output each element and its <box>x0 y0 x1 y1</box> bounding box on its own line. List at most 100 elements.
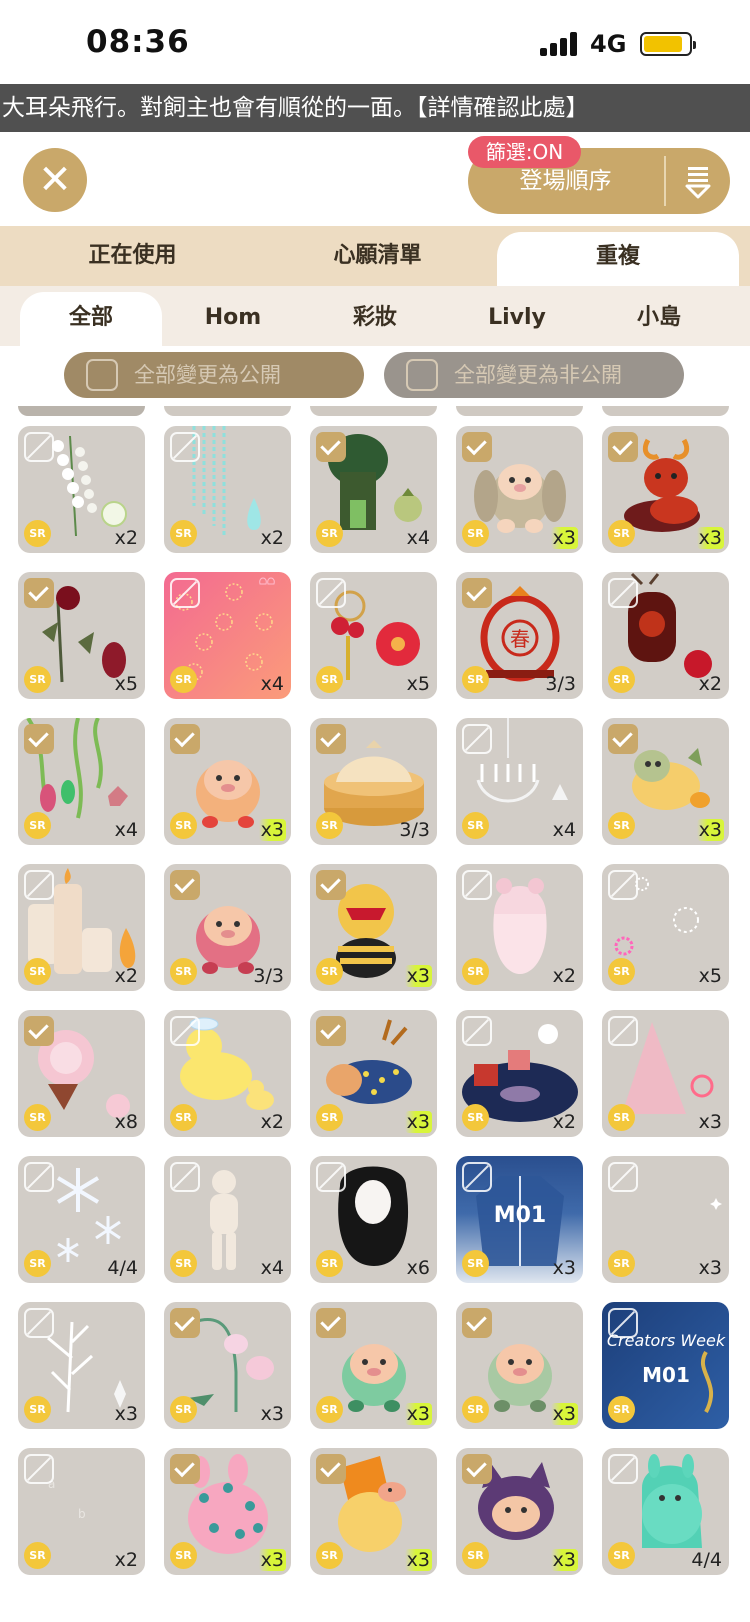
checkbox-unchecked-icon[interactable] <box>316 1162 346 1192</box>
item-card[interactable]: SR x5 <box>18 572 145 699</box>
item-count: x3 <box>258 819 286 841</box>
checkbox-checked-icon[interactable] <box>316 432 346 462</box>
item-card[interactable]: SR x2 <box>456 864 583 991</box>
item-card[interactable]: M01 SR x3 <box>456 1156 583 1283</box>
item-card[interactable]: SR x8 <box>18 1010 145 1137</box>
make-all-private-button[interactable]: 全部變更為非公開 <box>384 352 684 398</box>
rarity-badge: SR <box>170 958 197 985</box>
item-card[interactable]: SR x3 <box>602 1156 729 1283</box>
checkbox-checked-icon[interactable] <box>316 1016 346 1046</box>
checkbox-unchecked-icon[interactable] <box>316 578 346 608</box>
checkbox-unchecked-icon[interactable] <box>170 578 200 608</box>
tab-duplicates[interactable]: 重複 <box>497 232 739 286</box>
checkbox-unchecked-icon[interactable] <box>24 1162 54 1192</box>
item-card[interactable]: SR x2 <box>18 426 145 553</box>
item-card[interactable]: SR x3 <box>602 426 729 553</box>
item-card[interactable]: SR x2 <box>602 572 729 699</box>
close-button[interactable]: ✕ <box>23 148 87 212</box>
checkbox-checked-icon[interactable] <box>170 1454 200 1484</box>
item-card[interactable]: SR x6 <box>310 1156 437 1283</box>
checkbox-checked-icon[interactable] <box>462 1454 492 1484</box>
item-card[interactable]: SR x3 <box>456 426 583 553</box>
rarity-badge: SR <box>170 520 197 547</box>
item-card[interactable]: SR x3 <box>602 1010 729 1137</box>
rarity-badge: SR <box>462 1250 489 1277</box>
tab-makeup[interactable]: 彩妝 <box>304 292 446 346</box>
checkbox-checked-icon[interactable] <box>608 724 638 754</box>
item-card[interactable]: SR 4/4 <box>18 1156 145 1283</box>
rarity-badge: SR <box>170 1542 197 1569</box>
item-card[interactable]: SR 3/3 <box>310 718 437 845</box>
item-card[interactable]: SR x4 <box>310 426 437 553</box>
checkbox-checked-icon[interactable] <box>462 1308 492 1338</box>
checkbox-checked-icon[interactable] <box>316 870 346 900</box>
item-card[interactable]: SR x2 <box>456 1010 583 1137</box>
item-card[interactable]: SR x4 <box>456 718 583 845</box>
item-card[interactable]: SR x2 <box>164 426 291 553</box>
checkbox-unchecked-icon[interactable] <box>608 1162 638 1192</box>
checkbox-unchecked-icon[interactable] <box>608 1308 638 1338</box>
item-card[interactable]: SR x3 <box>164 1302 291 1429</box>
item-card[interactable]: SR x3 <box>310 1448 437 1575</box>
checkbox-unchecked-icon[interactable] <box>170 1016 200 1046</box>
rarity-badge: SR <box>462 1104 489 1131</box>
item-card[interactable]: Creators Week M01 SR <box>602 1302 729 1429</box>
item-card[interactable]: SR x4 <box>18 718 145 845</box>
checkbox-unchecked-icon[interactable] <box>170 432 200 462</box>
item-card[interactable]: SR x4 <box>164 572 291 699</box>
checkbox-checked-icon[interactable] <box>608 432 638 462</box>
tab-island[interactable]: 小島 <box>588 292 730 346</box>
checkbox-checked-icon[interactable] <box>170 870 200 900</box>
checkbox-unchecked-icon[interactable] <box>170 1162 200 1192</box>
item-card[interactable]: SR x3 <box>164 1448 291 1575</box>
item-card[interactable]: SR x3 <box>310 1302 437 1429</box>
checkbox-checked-icon[interactable] <box>170 724 200 754</box>
checkbox-checked-icon[interactable] <box>316 1308 346 1338</box>
checkbox-checked-icon[interactable] <box>316 724 346 754</box>
checkbox-unchecked-icon[interactable] <box>608 1016 638 1046</box>
tab-wishlist[interactable]: 心願清單 <box>255 226 500 286</box>
checkbox-unchecked-icon[interactable] <box>608 870 638 900</box>
checkbox-unchecked-icon[interactable] <box>24 432 54 462</box>
item-card[interactable]: SR 4/4 <box>602 1448 729 1575</box>
item-card[interactable]: SR x3 <box>18 1302 145 1429</box>
item-card[interactable]: SR x3 <box>456 1448 583 1575</box>
make-all-public-button[interactable]: 全部變更為公開 <box>64 352 364 398</box>
checkbox-unchecked-icon[interactable] <box>24 1308 54 1338</box>
item-card[interactable]: SR x5 <box>602 864 729 991</box>
checkbox-unchecked-icon[interactable] <box>462 1016 492 1046</box>
item-card[interactable]: 春 SR 3/3 <box>456 572 583 699</box>
item-card[interactable]: SR x3 <box>310 1010 437 1137</box>
news-ticker[interactable]: 大耳朵飛行。對飼主也會有順從的一面。【詳情確認此處】 <box>0 84 750 132</box>
checkbox-unchecked-icon[interactable] <box>462 870 492 900</box>
checkbox-unchecked-icon[interactable] <box>462 724 492 754</box>
tab-all[interactable]: 全部 <box>20 292 162 346</box>
item-card[interactable]: SR x4 <box>164 1156 291 1283</box>
checkbox-checked-icon[interactable] <box>462 578 492 608</box>
checkbox-unchecked-icon[interactable] <box>608 578 638 608</box>
item-card[interactable]: SR 3/3 <box>164 864 291 991</box>
checkbox-checked-icon[interactable] <box>316 1454 346 1484</box>
checkbox-unchecked-icon[interactable] <box>462 1162 492 1192</box>
item-card[interactable]: a b SR x2 <box>18 1448 145 1575</box>
item-card[interactable]: SR x5 <box>310 572 437 699</box>
item-card[interactable]: SR x3 <box>310 864 437 991</box>
item-card[interactable]: SR x3 <box>164 718 291 845</box>
filter-badge[interactable]: 篩選:ON <box>468 136 581 168</box>
checkbox-checked-icon[interactable] <box>170 1308 200 1338</box>
checkbox-checked-icon[interactable] <box>24 1016 54 1046</box>
checkbox-checked-icon[interactable] <box>24 578 54 608</box>
item-card[interactable]: SR x2 <box>18 864 145 991</box>
item-card[interactable]: SR x3 <box>602 718 729 845</box>
item-card[interactable]: SR x3 <box>456 1302 583 1429</box>
checkbox-unchecked-icon[interactable] <box>608 1454 638 1484</box>
tab-in-use[interactable]: 正在使用 <box>10 226 255 286</box>
sort-list-icon[interactable] <box>678 162 718 202</box>
item-card[interactable]: SR x2 <box>164 1010 291 1137</box>
tab-hom[interactable]: Hom <box>162 292 304 346</box>
tab-livly[interactable]: Livly <box>446 292 588 346</box>
checkbox-unchecked-icon[interactable] <box>24 1454 54 1484</box>
checkbox-checked-icon[interactable] <box>24 724 54 754</box>
checkbox-unchecked-icon[interactable] <box>24 870 54 900</box>
checkbox-checked-icon[interactable] <box>462 432 492 462</box>
